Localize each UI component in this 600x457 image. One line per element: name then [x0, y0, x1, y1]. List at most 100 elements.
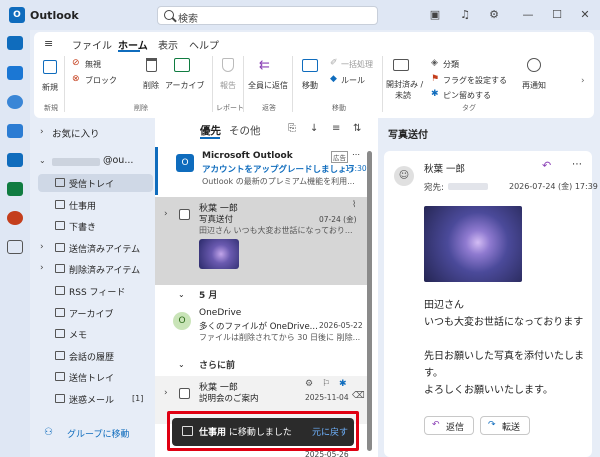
close-icon[interactable]: ✕: [578, 8, 592, 22]
chevron-right-icon[interactable]: ›: [40, 127, 44, 137]
archive-button[interactable]: アーカイブ: [165, 80, 205, 91]
hamburger-icon[interactable]: ≡: [44, 37, 53, 50]
reading-datetime: 2026-07-24 (金) 17:39: [509, 182, 598, 191]
delete-button[interactable]: 削除: [143, 80, 159, 91]
reply-all-button[interactable]: 全員に返信: [248, 80, 288, 91]
shield-icon: [222, 58, 234, 72]
sidebar-item-folder[interactable]: RSS フィード: [38, 282, 153, 300]
sidebar-item-folder[interactable]: › 削除済みアイテム: [38, 260, 153, 278]
sidebar-item-folder[interactable]: 会話の履歴: [38, 347, 153, 365]
note-icon: [55, 329, 65, 339]
bell-icon[interactable]: ♫: [458, 8, 472, 22]
flag-icon[interactable]: ⚐: [322, 379, 330, 389]
mail-icon[interactable]: [7, 36, 23, 50]
inbox-icon: [55, 178, 65, 187]
sidebar-item-label: 送信トレイ: [69, 374, 115, 385]
list-item[interactable]: O Microsoft Outlook 広告 ⋯ アカウントをアップグレードしま…: [155, 147, 367, 195]
move-button[interactable]: 移動: [302, 80, 318, 91]
sidebar-item-folder[interactable]: 仕事用: [38, 196, 153, 214]
todo-icon[interactable]: [7, 124, 23, 138]
gear-icon[interactable]: ⚙: [305, 379, 313, 389]
tab-help[interactable]: ヘルプ: [189, 37, 219, 52]
my-day-icon[interactable]: ▣: [428, 8, 442, 22]
outlook-app-icon[interactable]: [7, 153, 23, 167]
people-icon[interactable]: [7, 95, 23, 109]
reply-button[interactable]: ↶ 返信: [424, 416, 474, 435]
pin-button[interactable]: ピン留めする: [443, 90, 491, 101]
chevron-right-icon[interactable]: ›: [164, 388, 168, 398]
chevron-down-icon[interactable]: ⌄: [178, 290, 185, 299]
pin-icon[interactable]: ✱: [339, 379, 347, 389]
chevron-down-icon[interactable]: ⌄: [39, 156, 46, 165]
chevron-right-icon[interactable]: ›: [40, 263, 44, 273]
read-unread-button-line2[interactable]: 未読: [395, 90, 411, 101]
sidebar-item-folder[interactable]: 下書き: [38, 217, 153, 235]
sidebar-item-folder[interactable]: メモ: [38, 325, 153, 343]
row-checkbox[interactable]: [179, 388, 190, 399]
sidebar-item-folder[interactable]: 送信トレイ: [38, 368, 153, 386]
categorize-button[interactable]: 分類: [443, 59, 459, 70]
list-item[interactable]: O OneDrive 多くのファイルが OneDrive... 2026-05-…: [155, 304, 367, 350]
minimize-icon[interactable]: —: [521, 8, 535, 22]
tab-view[interactable]: 表示: [158, 37, 178, 52]
powerpoint-icon[interactable]: [7, 211, 23, 225]
row-checkbox[interactable]: [179, 209, 190, 220]
apps-icon[interactable]: [7, 240, 23, 254]
read-unread-button-line1[interactable]: 開封済み /: [386, 79, 423, 90]
favorites-header[interactable]: お気に入り: [52, 126, 100, 140]
new-mail-icon[interactable]: [43, 60, 57, 74]
chevron-right-icon[interactable]: ›: [164, 209, 168, 219]
sidebar-item-folder[interactable]: アーカイブ: [38, 304, 153, 322]
folder-icon: [55, 350, 65, 360]
flag-button[interactable]: フラグを設定する: [443, 75, 507, 86]
sidebar-item-folder[interactable]: 迷惑メール [1]: [38, 390, 153, 408]
attachment-thumbnail[interactable]: [199, 239, 239, 269]
sweep-button[interactable]: 一括処理: [341, 59, 373, 70]
select-icon[interactable]: ⎘: [288, 123, 296, 134]
sort-order-icon[interactable]: ⇅: [353, 123, 361, 134]
rules-button[interactable]: ルール: [341, 75, 365, 86]
sidebar-item-label: 会話の履歴: [69, 352, 115, 363]
calendar-icon[interactable]: [7, 66, 23, 80]
block-button[interactable]: ブロック: [85, 75, 117, 86]
pin-icon: ✱: [431, 89, 439, 99]
avatar: ☺: [394, 166, 414, 186]
account-suffix[interactable]: @ou...: [103, 155, 133, 166]
new-button-label[interactable]: 新規: [42, 82, 58, 93]
list-item[interactable]: › 秋葉 一郎 ⌇ 写真送付 07-24 (金) 田辺さん いつも大変お世話にな…: [155, 197, 367, 285]
sort-icon[interactable]: ↓: [310, 123, 318, 134]
filter-icon[interactable]: ≡: [332, 123, 340, 134]
reply-all-icon: ⇇: [259, 58, 270, 73]
tab-focused[interactable]: 優先: [200, 123, 221, 138]
reply-icon[interactable]: ↶: [542, 159, 551, 172]
list-scrollbar[interactable]: [367, 151, 372, 451]
maximize-icon[interactable]: ☐: [550, 8, 564, 22]
inline-image[interactable]: [424, 206, 522, 282]
tab-other[interactable]: その他: [229, 123, 261, 138]
ignore-button[interactable]: 無視: [85, 59, 101, 70]
tab-file[interactable]: ファイル: [72, 37, 112, 52]
clock-icon: [527, 58, 541, 72]
sidebar-item-label: アーカイブ: [69, 309, 114, 320]
reply-icon: ↶: [432, 420, 440, 430]
gear-icon[interactable]: ⚙: [487, 8, 501, 22]
snooze-button[interactable]: 再通知: [522, 80, 546, 91]
excel-icon[interactable]: [7, 182, 23, 196]
message-card: ☺ 秋葉 一郎 ↶ ⋯ 宛先: 2026-07-24 (金) 17:39 田辺さ…: [384, 151, 598, 457]
archive-icon: [174, 58, 190, 72]
search-input[interactable]: 検索: [157, 6, 378, 25]
more-icon[interactable]: ⋯: [352, 150, 360, 159]
go-to-groups-link[interactable]: グループに移動: [67, 427, 129, 440]
sidebar-item-folder[interactable]: › 送信済みアイテム: [38, 239, 153, 257]
more-icon[interactable]: ⋯: [572, 159, 582, 170]
sidebar-item-folder[interactable]: 受信トレイ: [38, 174, 153, 192]
chevron-right-icon[interactable]: ›: [581, 76, 585, 86]
sidebar-item-label: 下書き: [69, 223, 97, 234]
trash-icon[interactable]: ⌫: [352, 391, 365, 401]
chevron-right-icon[interactable]: ›: [40, 242, 44, 252]
report-button[interactable]: 報告: [220, 80, 236, 91]
reading-subject: 写真送付: [388, 130, 428, 141]
forward-button[interactable]: ↷ 転送: [480, 416, 530, 435]
group-tags-label: タグ: [462, 104, 476, 112]
chevron-down-icon[interactable]: ⌄: [178, 360, 185, 369]
